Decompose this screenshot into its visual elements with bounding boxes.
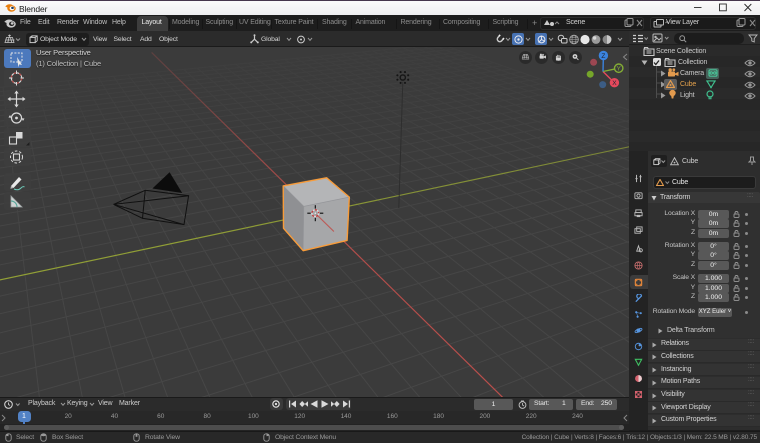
svg-text:Y: Y [617,65,622,72]
svg-text:Z: Z [601,53,605,60]
svg-text:X: X [612,80,617,87]
